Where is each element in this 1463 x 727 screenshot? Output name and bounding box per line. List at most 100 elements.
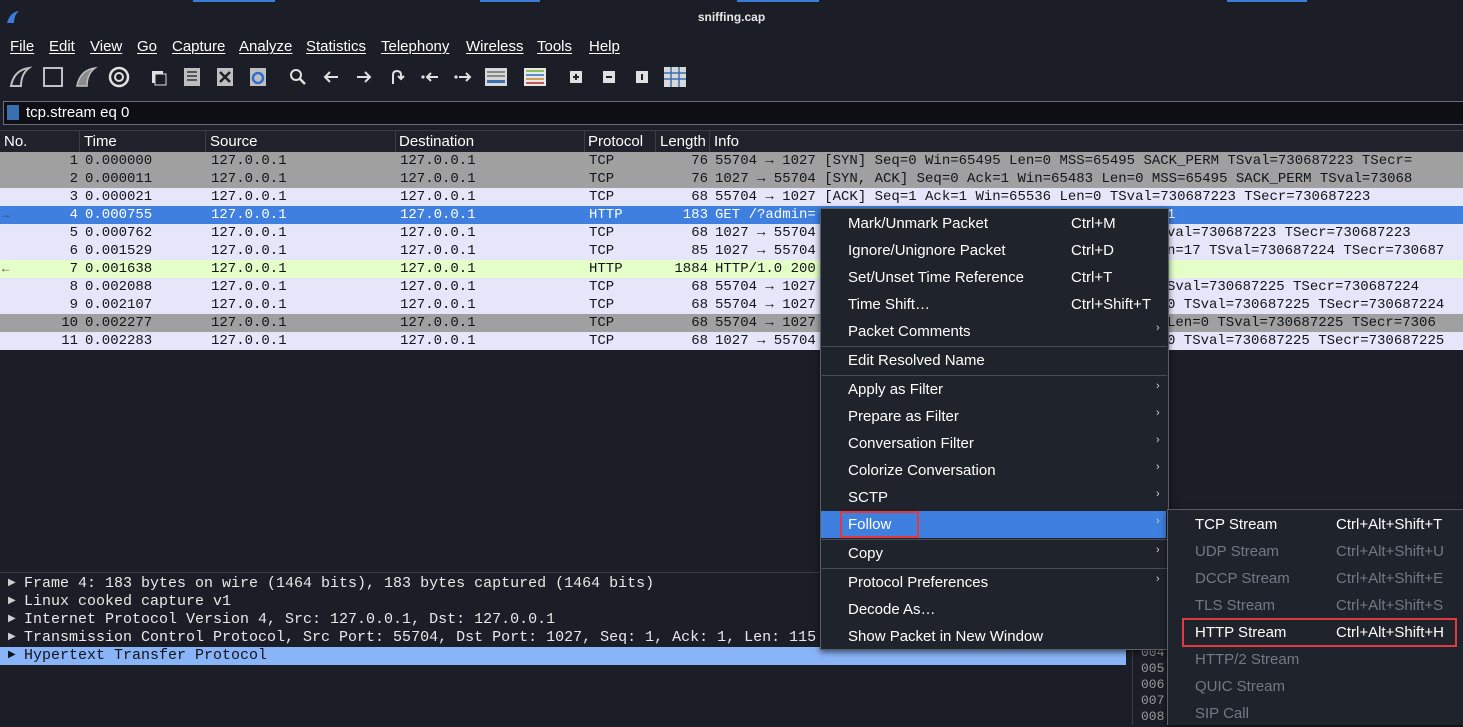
hex-offset: 006 <box>1141 677 1165 692</box>
packet-info: HTTP/1.0 200 <box>715 261 816 277</box>
menu-tools[interactable]: Tools <box>537 38 572 55</box>
packet-no: 8 <box>69 279 78 295</box>
menu-item-label: Apply as Filter <box>848 381 944 398</box>
menu-item-sctp[interactable]: SCTP › <box>821 484 1166 511</box>
column-destination[interactable]: Destination <box>399 133 474 150</box>
column-source[interactable]: Source <box>210 133 258 150</box>
go-to-packet-icon[interactable] <box>384 64 410 90</box>
menu-help[interactable]: Help <box>589 38 620 55</box>
packet-time: 0.002107 <box>85 297 153 313</box>
expand-arrow-icon[interactable]: ▶ <box>8 575 16 593</box>
column-info[interactable]: Info <box>714 133 739 150</box>
packet-row[interactable]: 2 0.000011 127.0.0.1 127.0.0.1 TCP 76 1027 → 5… <box>0 170 1463 188</box>
column-protocol[interactable]: Protocol <box>588 133 643 150</box>
zoom-in-icon[interactable] <box>563 64 589 90</box>
menu-view[interactable]: View <box>90 38 122 55</box>
reload-icon[interactable] <box>245 64 271 90</box>
expand-arrow-icon[interactable]: ▶ <box>8 647 16 665</box>
menu-analyze[interactable]: Analyze <box>239 38 292 55</box>
menu-item-time-shift[interactable]: Time Shift… Ctrl+Shift+T <box>821 291 1166 318</box>
annotation-highlight-box <box>840 511 919 538</box>
menu-item-show-packet-in-new-window[interactable]: Show Packet in New Window <box>821 623 1166 650</box>
menu-item-packet-comments[interactable]: Packet Comments › <box>821 318 1166 345</box>
zoom-out-icon[interactable] <box>596 64 622 90</box>
packet-info: 1027 → 55704 <box>715 333 816 349</box>
column-divider[interactable] <box>205 131 206 152</box>
expand-arrow-icon[interactable]: ▶ <box>8 593 16 611</box>
menu-item-conversation-filter[interactable]: Conversation Filter › <box>821 430 1166 457</box>
packet-destination: 127.0.0.1 <box>400 279 476 295</box>
menu-go[interactable]: Go <box>137 38 157 55</box>
main-toolbar <box>0 60 1463 94</box>
first-packet-icon[interactable] <box>417 64 443 90</box>
menu-telephony[interactable]: Telephony <box>381 38 449 55</box>
top-accent <box>737 0 819 2</box>
packet-row[interactable]: 3 0.000021 127.0.0.1 127.0.0.1 TCP 68 55704 → … <box>0 188 1463 206</box>
close-file-icon[interactable] <box>212 64 238 90</box>
submenu-item-shortcut: Ctrl+Alt+Shift+U <box>1336 543 1444 560</box>
search-icon[interactable] <box>285 64 311 90</box>
column-divider[interactable] <box>584 131 585 152</box>
column-divider[interactable] <box>79 131 80 152</box>
packet-time: 0.000755 <box>85 207 153 223</box>
menu-item-mark-unmark-packet[interactable]: Mark/Unmark Packet Ctrl+M <box>821 210 1166 237</box>
arrow-right-icon[interactable] <box>351 64 377 90</box>
open-file-icon[interactable] <box>146 64 172 90</box>
packet-row[interactable]: 1 0.000000 127.0.0.1 127.0.0.1 TCP 76 55704 → … <box>0 152 1463 170</box>
details-row-text: Linux cooked capture v1 <box>24 593 232 610</box>
column-divider[interactable] <box>709 131 710 152</box>
normal-size-icon[interactable] <box>629 64 655 90</box>
auto-scroll-icon[interactable] <box>483 64 509 90</box>
column-no[interactable]: No. <box>4 133 27 150</box>
stop-square-icon[interactable] <box>40 64 66 90</box>
menu-capture[interactable]: Capture <box>172 38 225 55</box>
hex-offset: 007 <box>1141 693 1165 708</box>
shark-fin-restart-icon[interactable] <box>73 64 99 90</box>
packet-protocol: TCP <box>589 225 615 241</box>
menu-item-colorize-conversation[interactable]: Colorize Conversation › <box>821 457 1166 484</box>
colorize-icon[interactable] <box>522 64 548 90</box>
packet-info: 55704 → 1027 [SYN] Seq=0 Win=65495 Len=0… <box>715 153 1413 169</box>
menu-item-decode-as[interactable]: Decode As… <box>821 596 1166 623</box>
submenu-item-tcp-stream[interactable]: TCP Stream Ctrl+Alt+Shift+T <box>1168 511 1463 538</box>
packet-time: 0.000011 <box>85 171 153 187</box>
packet-row[interactable]: ← 7 0.001638 127.0.0.1 127.0.0.1 HTTP 1884 HTTP… <box>0 260 1463 278</box>
details-row-text: Internet Protocol Version 4, Src: 127.0.… <box>24 611 556 628</box>
submenu-item-label: SIP Call <box>1195 705 1249 722</box>
submenu-item-label: DCCP Stream <box>1195 570 1290 587</box>
menu-item-protocol-preferences[interactable]: Protocol Preferences › <box>821 569 1166 596</box>
last-packet-icon[interactable] <box>450 64 476 90</box>
gear-options-icon[interactable] <box>106 64 132 90</box>
resize-columns-icon[interactable] <box>662 64 688 90</box>
bookmark-icon[interactable] <box>7 105 19 120</box>
display-filter-input[interactable]: tcp.stream eq 0 <box>3 101 1463 125</box>
expand-arrow-icon[interactable]: ▶ <box>8 629 16 647</box>
menu-file[interactable]: File <box>10 38 34 55</box>
menu-item-copy[interactable]: Copy › <box>821 540 1166 567</box>
submenu-chevron-icon: › <box>1156 573 1160 585</box>
arrow-left-icon[interactable] <box>318 64 344 90</box>
packet-protocol: HTTP <box>589 261 623 277</box>
shark-fin-start-icon[interactable] <box>7 64 33 90</box>
menu-edit[interactable]: Edit <box>49 38 75 55</box>
menu-wireless[interactable]: Wireless <box>466 38 524 55</box>
packet-list[interactable]: 1 0.000000 127.0.0.1 127.0.0.1 TCP 76 55704 → … <box>0 152 1463 566</box>
packet-destination: 127.0.0.1 <box>400 297 476 313</box>
packet-info-tail: n=17 TSval=730687224 TSecr=730687 <box>1167 243 1445 259</box>
packet-length: 76 <box>691 171 708 187</box>
menu-statistics[interactable]: Statistics <box>306 38 366 55</box>
packet-source: 127.0.0.1 <box>211 261 287 277</box>
expand-arrow-icon[interactable]: ▶ <box>8 611 16 629</box>
column-length[interactable]: Length <box>660 133 706 150</box>
column-divider[interactable] <box>655 131 656 152</box>
menu-item-apply-as-filter[interactable]: Apply as Filter › <box>821 376 1166 403</box>
menu-item-edit-resolved-name[interactable]: Edit Resolved Name <box>821 347 1166 374</box>
menu-item-prepare-as-filter[interactable]: Prepare as Filter › <box>821 403 1166 430</box>
packet-info-tail: Len=0 TSval=730687225 TSecr=7306 <box>1167 315 1436 331</box>
column-time[interactable]: Time <box>84 133 117 150</box>
menu-item-ignore-unignore-packet[interactable]: Ignore/Unignore Packet Ctrl+D <box>821 237 1166 264</box>
column-divider[interactable] <box>395 131 396 152</box>
save-file-icon[interactable] <box>179 64 205 90</box>
menu-item-set-unset-time-reference[interactable]: Set/Unset Time Reference Ctrl+T <box>821 264 1166 291</box>
packet-list-header: No. Time Source Destination Protocol Len… <box>0 130 1463 153</box>
